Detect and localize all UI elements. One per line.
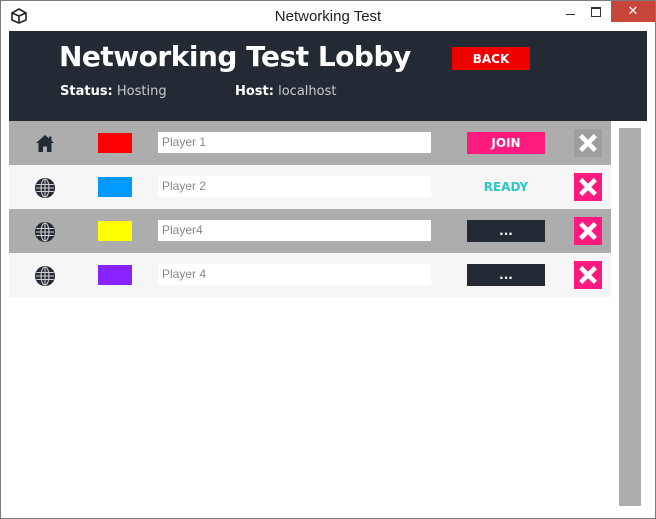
minimize-icon (565, 13, 575, 15)
remove-player-button[interactable] (574, 129, 602, 157)
ready-status: READY (483, 180, 529, 194)
close-icon (577, 264, 599, 286)
title-bar[interactable]: Networking Test ✕ (1, 1, 655, 31)
player-row: Player 2 READY (9, 165, 611, 209)
player-row: Player4... (9, 209, 611, 253)
player-name-input[interactable]: Player4 (158, 220, 431, 241)
minimize-button[interactable] (557, 1, 583, 23)
status-label: Status: (60, 84, 113, 99)
player-color-swatch[interactable] (98, 133, 132, 153)
player-color-swatch[interactable] (98, 177, 132, 197)
remove-player-button[interactable] (574, 217, 602, 245)
globe-icon (34, 177, 56, 199)
remove-player-button[interactable] (574, 261, 602, 289)
close-icon (577, 176, 599, 198)
waiting-button[interactable]: ... (467, 264, 545, 286)
player-color-swatch[interactable] (98, 265, 132, 285)
host-label: Host: (235, 84, 274, 99)
remove-player-button[interactable] (574, 173, 602, 201)
app-window: Networking Test ✕ Networking Test Lobby … (0, 0, 656, 519)
maximize-icon (591, 7, 601, 17)
join-button[interactable]: JOIN (467, 132, 545, 154)
player-row: Player 1 JOIN (9, 121, 611, 165)
player-list: Player 1 JOIN Player 2 READY Player4... Playe… (9, 121, 611, 507)
player-color-swatch[interactable] (98, 221, 132, 241)
close-icon (577, 132, 599, 154)
close-icon (577, 220, 599, 242)
status-value: Hosting (116, 84, 167, 99)
maximize-button[interactable] (583, 1, 609, 23)
globe-icon (34, 265, 56, 287)
player-name-input[interactable]: Player 2 (158, 176, 431, 197)
waiting-button[interactable]: ... (467, 220, 545, 242)
close-icon: ✕ (627, 4, 639, 19)
back-button[interactable]: BACK (452, 47, 530, 70)
page-title: Networking Test Lobby (59, 40, 411, 73)
status-info: Status: Hosting (60, 84, 167, 99)
player-row: Player 4... (9, 253, 611, 297)
player-name-input[interactable]: Player 1 (158, 132, 431, 153)
scrollbar-thumb[interactable] (619, 128, 641, 506)
lobby-header: Networking Test Lobby BACK Status: Hosti… (9, 31, 647, 121)
player-name-input[interactable]: Player 4 (158, 264, 431, 285)
close-window-button[interactable]: ✕ (611, 1, 655, 22)
host-value: localhost (278, 84, 337, 99)
home-icon (34, 133, 56, 155)
host-info: Host: localhost (235, 84, 336, 99)
globe-icon (34, 221, 56, 243)
scrollbar[interactable] (611, 121, 647, 507)
